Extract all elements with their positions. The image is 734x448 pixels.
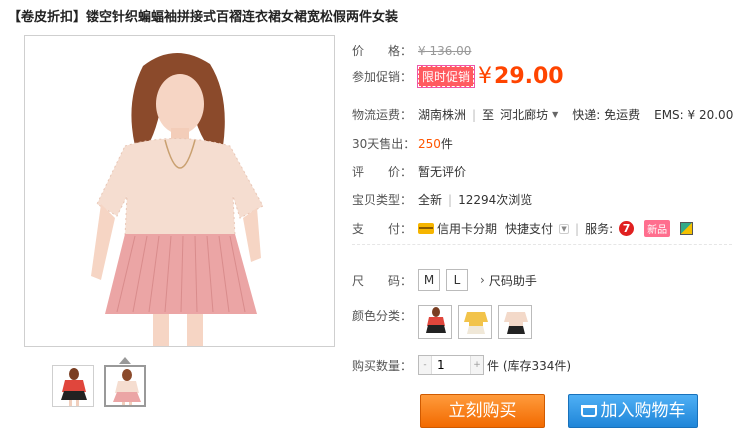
main-product-image[interactable]	[24, 35, 335, 347]
thumbnail-2-image	[113, 369, 141, 405]
sales-unit: 件	[440, 137, 453, 151]
new-product-badge[interactable]: 新品	[644, 220, 671, 237]
price-row: 价 格： ¥ 136.00	[352, 42, 471, 59]
color-yellow-swatch	[464, 312, 488, 334]
divider: |	[575, 221, 580, 236]
review-value: 暂无评价	[418, 165, 467, 179]
color-red-swatch	[426, 307, 446, 333]
divider: |	[472, 107, 477, 122]
quantity-row: 购买数量： - + 件 (库存334件)	[352, 355, 571, 375]
divider: |	[448, 192, 453, 207]
original-price: ¥ 136.00	[418, 43, 472, 58]
color-row: 颜色分类：	[352, 305, 538, 339]
review-row: 评 价： 暂无评价	[352, 163, 466, 180]
promo-row: 参加促销： 限时促销 ¥ 29.00	[352, 64, 564, 89]
item-type-row: 宝贝类型： 全新 | 12294次浏览	[352, 191, 532, 208]
promo-label: 参加促销：	[352, 70, 413, 84]
review-label: 评 价：	[352, 165, 413, 179]
view-count: 12294次浏览	[458, 193, 533, 207]
add-to-cart-button[interactable]: 加入购物车	[568, 394, 698, 428]
payment-label: 支 付：	[352, 222, 413, 236]
installment-link[interactable]: 信用卡分期	[437, 220, 497, 237]
item-condition: 全新	[418, 193, 443, 207]
quantity-decrease-button[interactable]: -	[419, 356, 431, 374]
chevron-down-icon[interactable]: ▼	[559, 223, 570, 234]
quantity-stepper: - +	[418, 355, 484, 375]
service-guarantee-icon[interactable]	[680, 222, 694, 235]
section-divider	[352, 244, 732, 245]
seven-day-return-icon[interactable]: 7	[619, 221, 635, 236]
express-fee: 快递: 免运费	[572, 108, 641, 122]
color-label: 颜色分类：	[352, 309, 413, 323]
quantity-increase-button[interactable]: +	[471, 356, 483, 374]
item-type-label: 宝贝类型：	[352, 193, 413, 207]
buy-now-label: 立刻购买	[448, 401, 517, 421]
quantity-input[interactable]	[431, 356, 471, 374]
chevron-down-icon[interactable]: ▼	[552, 110, 558, 119]
shipping-from: 湖南株洲	[418, 108, 467, 122]
color-black-swatch	[504, 312, 528, 334]
shipping-to-prefix: 至	[482, 108, 495, 122]
size-label: 尺 码：	[352, 273, 413, 288]
sales-row: 30天售出： 250 件	[352, 135, 453, 152]
quick-pay-link[interactable]: 快捷支付	[505, 220, 553, 237]
color-option-red[interactable]	[418, 305, 452, 339]
size-option-m[interactable]: M	[418, 269, 440, 291]
color-option-black[interactable]	[498, 305, 532, 339]
shipping-row: 物流运费： 湖南株洲 | 至 河北廊坊 ▼ 快递: 免运费 EMS: ¥ 20.…	[352, 106, 733, 123]
size-helper-link[interactable]: 尺码助手	[489, 272, 537, 289]
buy-now-button[interactable]: 立刻购买	[420, 394, 545, 428]
credit-card-icon	[418, 223, 434, 234]
yen-sign: ¥	[478, 64, 493, 89]
shopping-cart-icon	[580, 405, 597, 417]
payment-row: 支 付： 信用卡分期 快捷支付 ▼ | 服务: 7 新品	[352, 220, 694, 237]
ems-fee: EMS: ¥ 20.00	[654, 107, 734, 122]
thumbnail-selected-indicator	[119, 357, 131, 364]
thumbnail-2[interactable]	[104, 365, 146, 407]
color-option-yellow[interactable]	[458, 305, 492, 339]
chevron-right-icon: ›	[480, 273, 485, 287]
sales-count[interactable]: 250	[418, 137, 441, 151]
product-title: 【卷皮折扣】镂空针织蝙蝠袖拼接式百褶连衣裙女裙宽松假两件女装	[8, 10, 399, 25]
add-to-cart-label: 加入购物车	[600, 401, 686, 421]
size-option-l[interactable]: L	[446, 269, 468, 291]
model-photo	[25, 36, 334, 346]
price-label: 价 格：	[352, 44, 413, 58]
sales-label: 30天售出：	[352, 137, 416, 151]
thumbnail-1[interactable]	[52, 365, 94, 407]
shipping-destination-select[interactable]: 河北廊坊	[500, 106, 548, 123]
shipping-label: 物流运费：	[352, 108, 413, 122]
promo-price: 29.00	[494, 64, 564, 89]
thumbnail-1-image	[61, 368, 87, 406]
quantity-label: 购买数量：	[352, 358, 413, 373]
size-row: 尺 码： M L › 尺码助手	[352, 269, 537, 291]
services-label: 服务:	[585, 222, 614, 236]
promo-badge: 限时促销	[416, 65, 476, 88]
stock-info: 件 (库存334件)	[487, 358, 572, 373]
